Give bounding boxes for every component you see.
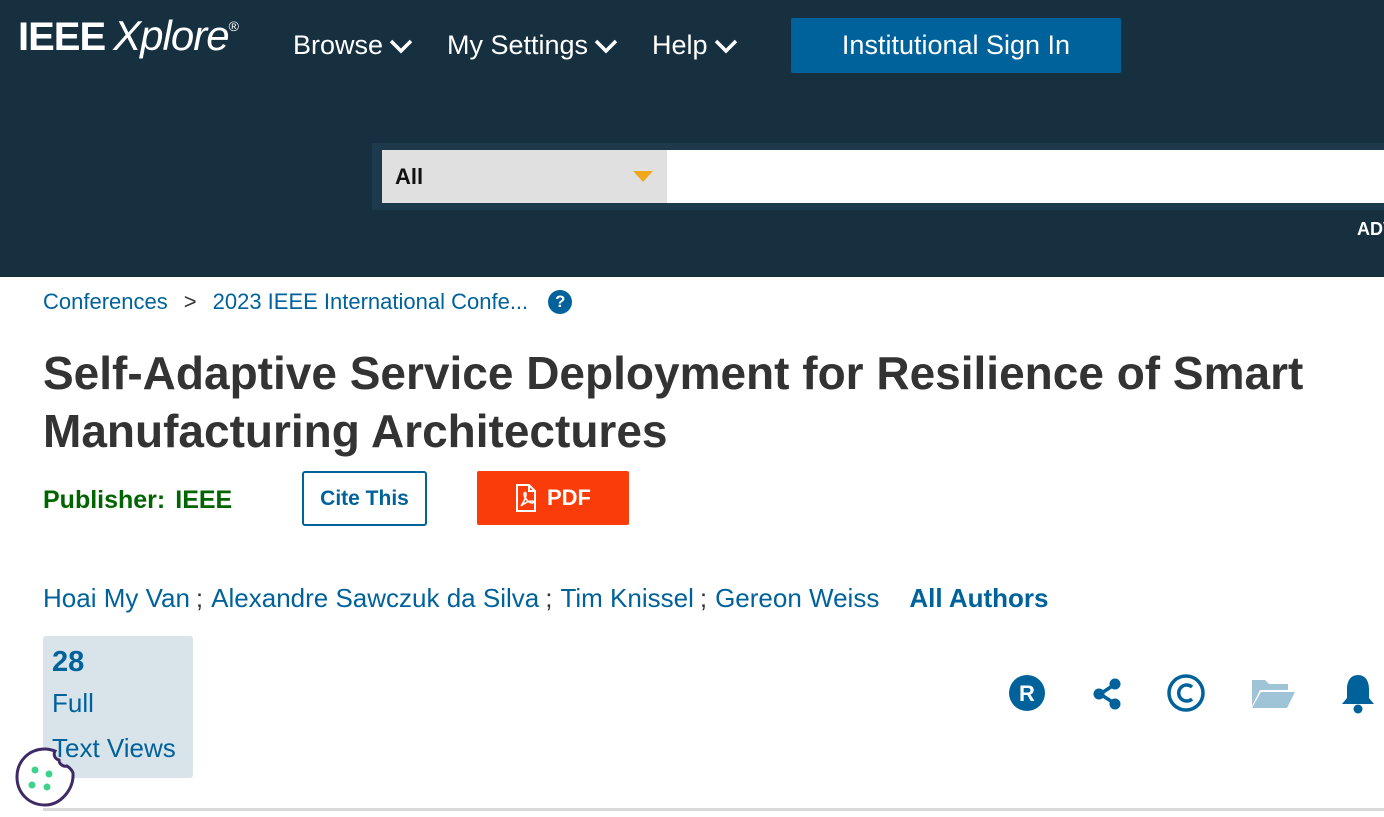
logo-xplore-text: Xplore [113, 12, 229, 59]
svg-text:R: R [1019, 681, 1035, 706]
publisher-value: IEEE [175, 486, 233, 514]
author-link[interactable]: Tim Knissel [560, 583, 693, 614]
search-scope-value: All [395, 163, 424, 189]
all-authors-link[interactable]: All Authors [909, 583, 1048, 614]
chevron-down-icon [389, 39, 413, 53]
author-link[interactable]: Alexandre Sawczuk da Silva [211, 583, 539, 614]
pdf-button-label: PDF [547, 485, 591, 510]
breadcrumb: Conferences > 2023 IEEE International Co… [43, 289, 573, 315]
author-link[interactable]: Hoai My Van [43, 583, 190, 614]
copyright-icon[interactable] [1166, 673, 1206, 713]
author-separator: ; [699, 583, 708, 613]
institutional-sign-in-button[interactable]: Institutional Sign In [791, 18, 1121, 73]
publisher-label: Publisher: [43, 486, 166, 514]
author-separator: ; [195, 583, 204, 613]
nav-help[interactable]: Help [652, 30, 738, 61]
nav-browse-label: Browse [293, 30, 384, 60]
nav-my-settings-label: My Settings [447, 30, 589, 60]
breadcrumb-separator: > [183, 289, 197, 314]
nav-help-label: Help [652, 30, 708, 60]
author-separator: ; [545, 583, 553, 613]
caret-down-icon [633, 171, 653, 182]
logo-ieee-text: IEEE [18, 15, 106, 59]
breadcrumb-conference-name[interactable]: 2023 IEEE International Confe... [213, 289, 529, 315]
nav-browse[interactable]: Browse [293, 30, 413, 61]
page-title: Self-Adaptive Service Deployment for Res… [43, 347, 1304, 457]
ieee-xplore-logo[interactable]: IEEE Xplore® [18, 12, 239, 60]
cite-this-button[interactable]: Cite This [302, 471, 427, 526]
nav-my-settings[interactable]: My Settings [447, 30, 618, 61]
advanced-search-link[interactable]: ADV [1357, 219, 1384, 240]
breadcrumb-conferences[interactable]: Conferences [43, 289, 168, 315]
site-header: IEEE Xplore® Browse My Settings Help Inst… [0, 0, 1384, 277]
logo-registered-mark: ® [228, 18, 239, 34]
pdf-file-icon [516, 484, 536, 512]
author-link[interactable]: Gereon Weiss [715, 583, 879, 614]
folder-open-icon[interactable] [1250, 676, 1296, 710]
publisher: Publisher: IEEE [43, 486, 232, 515]
section-divider [43, 808, 1384, 811]
pdf-button[interactable]: PDF [477, 471, 629, 525]
chevron-down-icon [594, 39, 618, 53]
chevron-down-icon [714, 39, 737, 53]
cookie-icon[interactable] [14, 746, 76, 808]
share-icon[interactable] [1092, 678, 1122, 710]
search-scope-select[interactable]: All [382, 150, 667, 203]
metric-count: 28 [52, 646, 85, 678]
search-input[interactable] [667, 150, 1384, 203]
question-circle-icon[interactable]: ? [548, 290, 573, 314]
registered-icon[interactable]: R [1008, 674, 1046, 712]
bell-icon[interactable] [1340, 672, 1376, 714]
authors-list: Hoai My Van; Alexandre Sawczuk da Silva;… [43, 583, 1048, 614]
metric-label-line1: Full [52, 688, 94, 718]
